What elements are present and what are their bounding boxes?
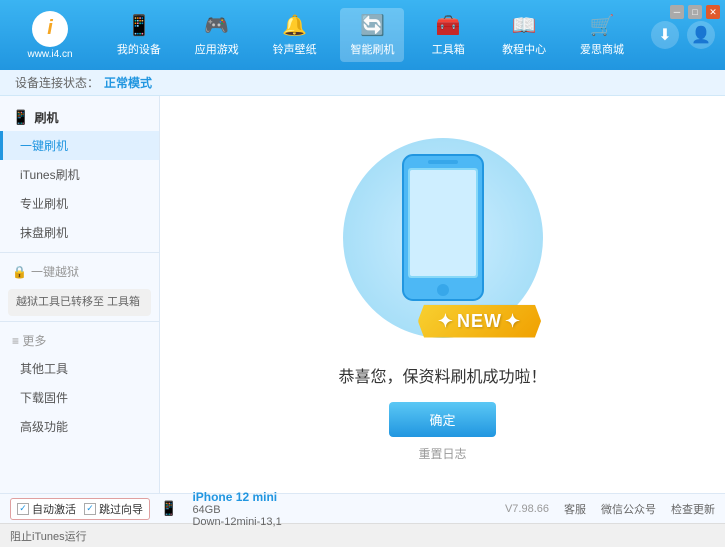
new-badge: ✦ NEW ✦ bbox=[418, 305, 541, 338]
auto-activate-label: 自动激活 bbox=[32, 501, 76, 517]
footer-status-bar: 阻止iTunes运行 bbox=[0, 523, 725, 547]
retry-link[interactable]: 重置日志 bbox=[418, 445, 466, 462]
nav-item-tutorials[interactable]: 📖 教程中心 bbox=[492, 8, 556, 62]
toolbox-icon: 🧰 bbox=[436, 13, 461, 38]
wechat-link[interactable]: 微信公众号 bbox=[601, 501, 656, 517]
confirm-button[interactable]: 确定 bbox=[389, 402, 495, 437]
jailbreak-notice: 越狱工具已转移至 工具箱 bbox=[8, 289, 151, 316]
skip-wizard-checkbox[interactable]: ✓ bbox=[84, 503, 96, 515]
sparkle-left: ✦ bbox=[438, 311, 454, 332]
customer-service-link[interactable]: 客服 bbox=[564, 501, 586, 517]
header-right: ⬇ 👤 bbox=[651, 21, 715, 49]
sidebar-item-wipe-flash[interactable]: 抹盘刷机 bbox=[0, 218, 159, 247]
sidebar-item-pro-flash[interactable]: 专业刷机 bbox=[0, 189, 159, 218]
window-controls: ─ □ ✕ bbox=[670, 5, 720, 19]
sidebar-item-itunes-flash[interactable]: iTunes刷机 bbox=[0, 160, 159, 189]
main-layout: 📱 刷机 一键刷机 iTunes刷机 专业刷机 抹盘刷机 🔒 一键越狱 越狱工具… bbox=[0, 96, 725, 493]
header: ─ □ ✕ i www.i4.cn 📱 我的设备 🎮 应用游戏 🔔 铃声壁纸 🔄… bbox=[0, 0, 725, 70]
phone-illustration: ✦ NEW ✦ bbox=[333, 128, 553, 348]
sidebar-divider-1 bbox=[0, 252, 159, 253]
nav-label-my-device: 我的设备 bbox=[117, 41, 161, 57]
device-info: iPhone 12 mini 64GB Down-12mini-13,1 bbox=[192, 490, 281, 528]
sidebar-item-download-firmware[interactable]: 下载固件 bbox=[0, 383, 159, 412]
auto-activate-checkbox-item[interactable]: ✓ 自动激活 bbox=[17, 501, 76, 517]
version-text: V7.98.66 bbox=[505, 503, 549, 515]
sidebar-item-advanced[interactable]: 高级功能 bbox=[0, 412, 159, 441]
apps-games-icon: 🎮 bbox=[204, 13, 229, 38]
nav-label-shop: 爱思商城 bbox=[580, 41, 624, 57]
sidebar-more-section: ≡ 更多 bbox=[0, 327, 159, 354]
logo-url: www.i4.cn bbox=[27, 49, 72, 60]
sidebar: 📱 刷机 一键刷机 iTunes刷机 专业刷机 抹盘刷机 🔒 一键越狱 越狱工具… bbox=[0, 96, 160, 493]
device-capacity: 64GB bbox=[192, 504, 281, 516]
nav-label-toolbox: 工具箱 bbox=[432, 41, 465, 57]
status-value: 正常模式 bbox=[104, 74, 152, 91]
nav-item-shop[interactable]: 🛒 爱思商城 bbox=[570, 8, 634, 62]
device-phone-icon: 📱 bbox=[160, 500, 177, 517]
sidebar-flash-section: 📱 刷机 bbox=[0, 104, 159, 131]
user-button[interactable]: 👤 bbox=[687, 21, 715, 49]
sidebar-item-one-click-flash[interactable]: 一键刷机 bbox=[0, 131, 159, 160]
navigation: 📱 我的设备 🎮 应用游戏 🔔 铃声壁纸 🔄 智能刷机 🧰 工具箱 📖 教程中心… bbox=[100, 8, 641, 62]
nav-item-toolbox[interactable]: 🧰 工具箱 bbox=[418, 8, 478, 62]
sidebar-item-other-tools[interactable]: 其他工具 bbox=[0, 354, 159, 383]
download-button[interactable]: ⬇ bbox=[651, 21, 679, 49]
nav-item-ringtones[interactable]: 🔔 铃声壁纸 bbox=[263, 8, 327, 62]
device-checkbox-area: ✓ 自动激活 ✓ 跳过向导 bbox=[10, 498, 150, 520]
phone-svg bbox=[398, 150, 488, 310]
sidebar-divider-2 bbox=[0, 321, 159, 322]
lock-icon: 🔒 bbox=[12, 265, 27, 279]
smart-flash-icon: 🔄 bbox=[360, 13, 385, 38]
itunes-status: 阻止iTunes运行 bbox=[10, 528, 87, 544]
status-label: 设备连接状态： bbox=[15, 74, 99, 91]
nav-label-smart-flash: 智能刷机 bbox=[350, 41, 394, 57]
flash-section-label: 刷机 bbox=[34, 109, 58, 126]
nav-item-my-device[interactable]: 📱 我的设备 bbox=[107, 8, 171, 62]
flash-section-icon: 📱 bbox=[12, 109, 29, 126]
sidebar-jailbreak-section: 🔒 一键越狱 bbox=[0, 258, 159, 285]
restore-button[interactable]: □ bbox=[688, 5, 702, 19]
shop-icon: 🛒 bbox=[590, 13, 615, 38]
my-device-icon: 📱 bbox=[126, 13, 151, 38]
nav-item-smart-flash[interactable]: 🔄 智能刷机 bbox=[340, 8, 404, 62]
content-area: ✦ NEW ✦ 恭喜您，保资料刷机成功啦！ 确定 重置日志 bbox=[160, 96, 725, 493]
skip-wizard-checkbox-item[interactable]: ✓ 跳过向导 bbox=[84, 501, 143, 517]
skip-wizard-label: 跳过向导 bbox=[99, 501, 143, 517]
bottom-bar: ✓ 自动激活 ✓ 跳过向导 📱 iPhone 12 mini 64GB Down… bbox=[0, 493, 725, 523]
nav-item-apps-games[interactable]: 🎮 应用游戏 bbox=[185, 8, 249, 62]
auto-activate-checkbox[interactable]: ✓ bbox=[17, 503, 29, 515]
device-name: iPhone 12 mini bbox=[192, 490, 281, 504]
bottom-right: V7.98.66 客服 微信公众号 检查更新 bbox=[505, 501, 715, 517]
more-section-label: ≡ 更多 bbox=[12, 332, 46, 349]
minimize-button[interactable]: ─ bbox=[670, 5, 684, 19]
jailbreak-section-label: 一键越狱 bbox=[31, 263, 79, 280]
device-model: Down-12mini-13,1 bbox=[192, 516, 281, 528]
nav-label-apps-games: 应用游戏 bbox=[195, 41, 239, 57]
ringtones-icon: 🔔 bbox=[282, 13, 307, 38]
status-bar: 设备连接状态： 正常模式 bbox=[0, 70, 725, 96]
nav-label-tutorials: 教程中心 bbox=[502, 41, 546, 57]
success-text: 恭喜您，保资料刷机成功啦！ bbox=[338, 363, 546, 387]
tutorials-icon: 📖 bbox=[512, 13, 537, 38]
nav-label-ringtones: 铃声壁纸 bbox=[273, 41, 317, 57]
close-button[interactable]: ✕ bbox=[706, 5, 720, 19]
sparkle-right: ✦ bbox=[505, 311, 521, 332]
new-text: NEW bbox=[457, 311, 502, 332]
check-update-link[interactable]: 检查更新 bbox=[671, 501, 715, 517]
logo: i www.i4.cn bbox=[10, 11, 90, 60]
logo-icon: i bbox=[32, 11, 68, 47]
